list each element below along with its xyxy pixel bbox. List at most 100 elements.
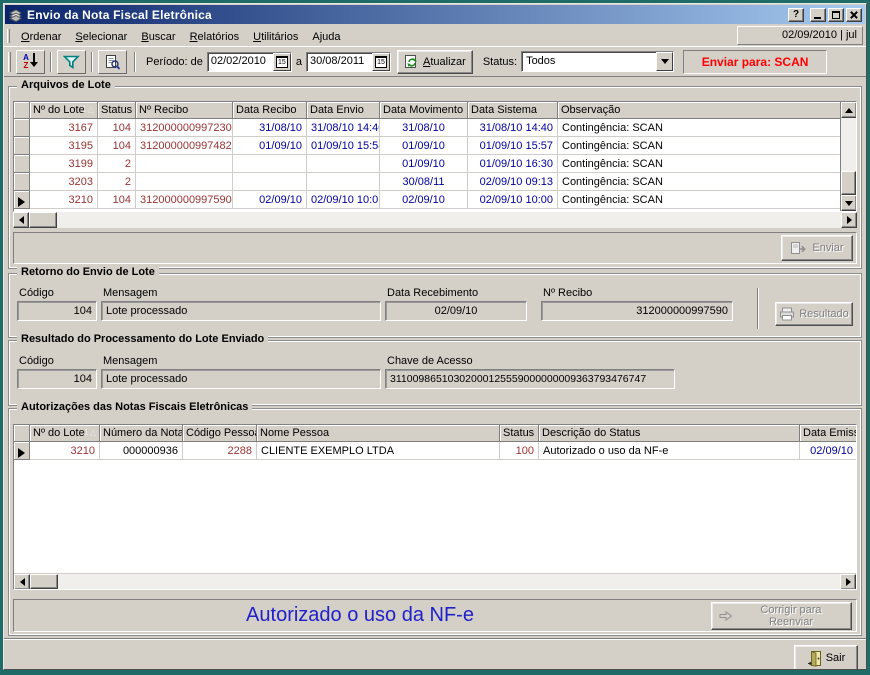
lote-grid-cell[interactable]: 01/09/10 [380,155,468,173]
lote-grid-cell[interactable]: 01/09/10 16:30 [468,155,558,173]
lote-grid-column-header[interactable]: Data Movimento [380,102,468,119]
lote-grid-cell[interactable]: 01/09/10 [380,137,468,155]
lote-grid-cell[interactable] [307,155,380,173]
lote-grid-row[interactable]: 31992 01/09/1001/09/10 16:30Contingência:… [14,155,842,173]
autorizacoes-grid-cell[interactable]: CLIENTE EXEMPLO LTDA [257,442,500,460]
periodo-de-value[interactable]: 02/02/2010 [208,53,273,71]
lote-grid-row-selector[interactable] [14,173,30,191]
lote-grid-cell[interactable]: 31/08/10 [233,119,307,137]
menu-item-relatorios[interactable]: Relatórios [183,29,247,45]
autorizacoes-grid-column-header[interactable]: Número da Nota [100,425,183,442]
lote-grid-cell[interactable] [307,173,380,191]
scroll-right-button[interactable] [840,574,856,590]
lote-grid-column-header[interactable]: Observação [558,102,842,119]
menu-item-utilitarios[interactable]: Utilitários [246,29,305,45]
lote-grid-cell[interactable]: 104 [98,119,136,137]
lote-grid-row-selector[interactable] [14,155,30,173]
calendar-button-ate[interactable]: 15 [372,53,390,71]
status-select[interactable]: Todos [521,51,674,72]
autorizacoes-grid-column-header[interactable]: Data Emissão [800,425,857,442]
periodo-ate-value[interactable]: 30/08/2011 [307,53,372,71]
lote-grid-cell[interactable]: 02/09/10 10:00 [468,191,558,209]
titlebar[interactable]: Envio da Nota Fiscal Eletrônica ? [5,5,865,24]
lote-grid-column-header[interactable]: Nº do Lote1 [30,102,98,119]
menu-item-selecionar[interactable]: Selecionar [68,29,134,45]
lote-grid-cell[interactable]: 01/09/10 15:58 [307,137,380,155]
close-button[interactable] [846,8,862,22]
lote-grid-row-selector[interactable] [14,119,30,137]
calendar-button-de[interactable]: 15 [273,53,291,71]
menu-item-ajuda[interactable]: Ajuda [305,29,347,45]
menu-item-buscar[interactable]: Buscar [134,29,182,45]
lote-grid-cell[interactable]: 3167 [30,119,98,137]
autorizacoes-grid-column-header[interactable]: Nome Pessoa [257,425,500,442]
dropdown-button[interactable] [656,52,673,71]
enviar-button[interactable]: Enviar [781,235,853,261]
autorizacoes-grid-cell[interactable]: 100 [500,442,539,460]
autorizacoes-grid-cell[interactable]: 2288 [183,442,257,460]
autorizacoes-grid-row-selector[interactable] [14,442,30,460]
menu-grip[interactable] [7,29,10,43]
lote-grid-cell[interactable]: 2 [98,155,136,173]
hscrollbar-thumb[interactable] [30,574,58,589]
lote-grid-cell[interactable]: 3210 [30,191,98,209]
filter-button[interactable] [57,50,86,74]
lote-grid-cell[interactable]: 01/09/10 [233,137,307,155]
help-button[interactable]: ? [788,8,804,22]
menu-item-ordenar[interactable]: Ordenar [14,29,68,45]
maximize-button[interactable] [828,8,844,22]
lote-grid-cell[interactable]: Contingência: SCAN [558,155,842,173]
lote-grid-column-header[interactable]: Nº Recibo [136,102,233,119]
lote-grid-cell[interactable]: 31/08/10 14:40 [468,119,558,137]
lote-grid-cell[interactable]: 02/09/10 [233,191,307,209]
autorizacoes-grid-cell[interactable]: Autorizado o uso da NF-e [539,442,800,460]
lote-grid-cell[interactable]: 31/08/10 [380,119,468,137]
scroll-right-button[interactable] [841,212,857,228]
lote-grid-cell[interactable]: 31/08/10 14:40 [307,119,380,137]
hscrollbar-thumb[interactable] [29,212,57,228]
preview-button[interactable] [98,50,127,74]
lote-grid-cell[interactable] [136,173,233,191]
scroll-left-button[interactable] [13,212,29,228]
lote-grid-cell[interactable]: Contingência: SCAN [558,191,842,209]
lote-grid-vscrollbar[interactable] [840,102,856,211]
lote-grid-row[interactable]: 3203230/08/1102/09/10 09:13Contingência:… [14,173,842,191]
corrigir-reenviar-button[interactable]: Corrigir para Reenviar [711,602,852,630]
autorizacoes-grid-column-header[interactable]: Descrição do Status [539,425,800,442]
minimize-button[interactable] [810,8,826,22]
sair-button[interactable]: Sair [794,645,858,670]
resultado-button[interactable]: Resultado [775,302,853,326]
lote-grid-cell[interactable]: 3203 [30,173,98,191]
lote-grid-cell[interactable]: 104 [98,137,136,155]
autorizacoes-grid-column-header[interactable]: Nº do Lote1 [30,425,100,442]
autorizacoes-grid-cell[interactable]: 3210 [30,442,100,460]
vscrollbar-thumb[interactable] [841,171,856,195]
sort-button[interactable]: AZ [16,50,45,74]
lote-grid-cell[interactable] [233,155,307,173]
lote-grid-cell[interactable] [233,173,307,191]
vscrollbar-track[interactable] [841,118,856,195]
hscrollbar-track[interactable] [57,212,841,228]
lote-grid-cell[interactable]: 3195 [30,137,98,155]
lote-grid-cell[interactable]: 312000000997590 [136,191,233,209]
lote-grid-cell[interactable]: 02/09/10 10:01 [307,191,380,209]
lote-grid-cell[interactable]: Contingência: SCAN [558,119,842,137]
lote-grid-column-header[interactable]: Status [98,102,136,119]
lote-grid-cell[interactable]: 3199 [30,155,98,173]
hscrollbar-track[interactable] [58,574,840,589]
lote-grid-hscrollbar[interactable] [13,212,857,228]
lote-grid-cell[interactable]: 01/09/10 15:57 [468,137,558,155]
atualizar-button[interactable]: Atualizar [397,50,473,74]
lote-grid-cell[interactable] [136,155,233,173]
lote-grid-column-header[interactable]: Data Sistema [468,102,558,119]
autorizacoes-grid-column-header[interactable]: Código Pessoa [183,425,257,442]
lote-grid-cell[interactable]: 02/09/10 09:13 [468,173,558,191]
lote-grid-row[interactable]: 316710431200000099723031/08/1031/08/10 1… [14,119,842,137]
lote-grid-row[interactable]: 319510431200000099748201/09/1001/09/10 1… [14,137,842,155]
toolbar-grip[interactable] [8,52,11,72]
periodo-de-input[interactable]: 02/02/2010 15 [207,52,292,72]
lote-grid-row[interactable]: 321010431200000099759002/09/1002/09/10 1… [14,191,842,209]
lote-grid-column-header[interactable]: Data Envio [307,102,380,119]
scroll-left-button[interactable] [14,574,30,590]
autorizacoes-grid-row[interactable]: 32100000009362288CLIENTE EXEMPLO LTDA100… [14,442,857,460]
